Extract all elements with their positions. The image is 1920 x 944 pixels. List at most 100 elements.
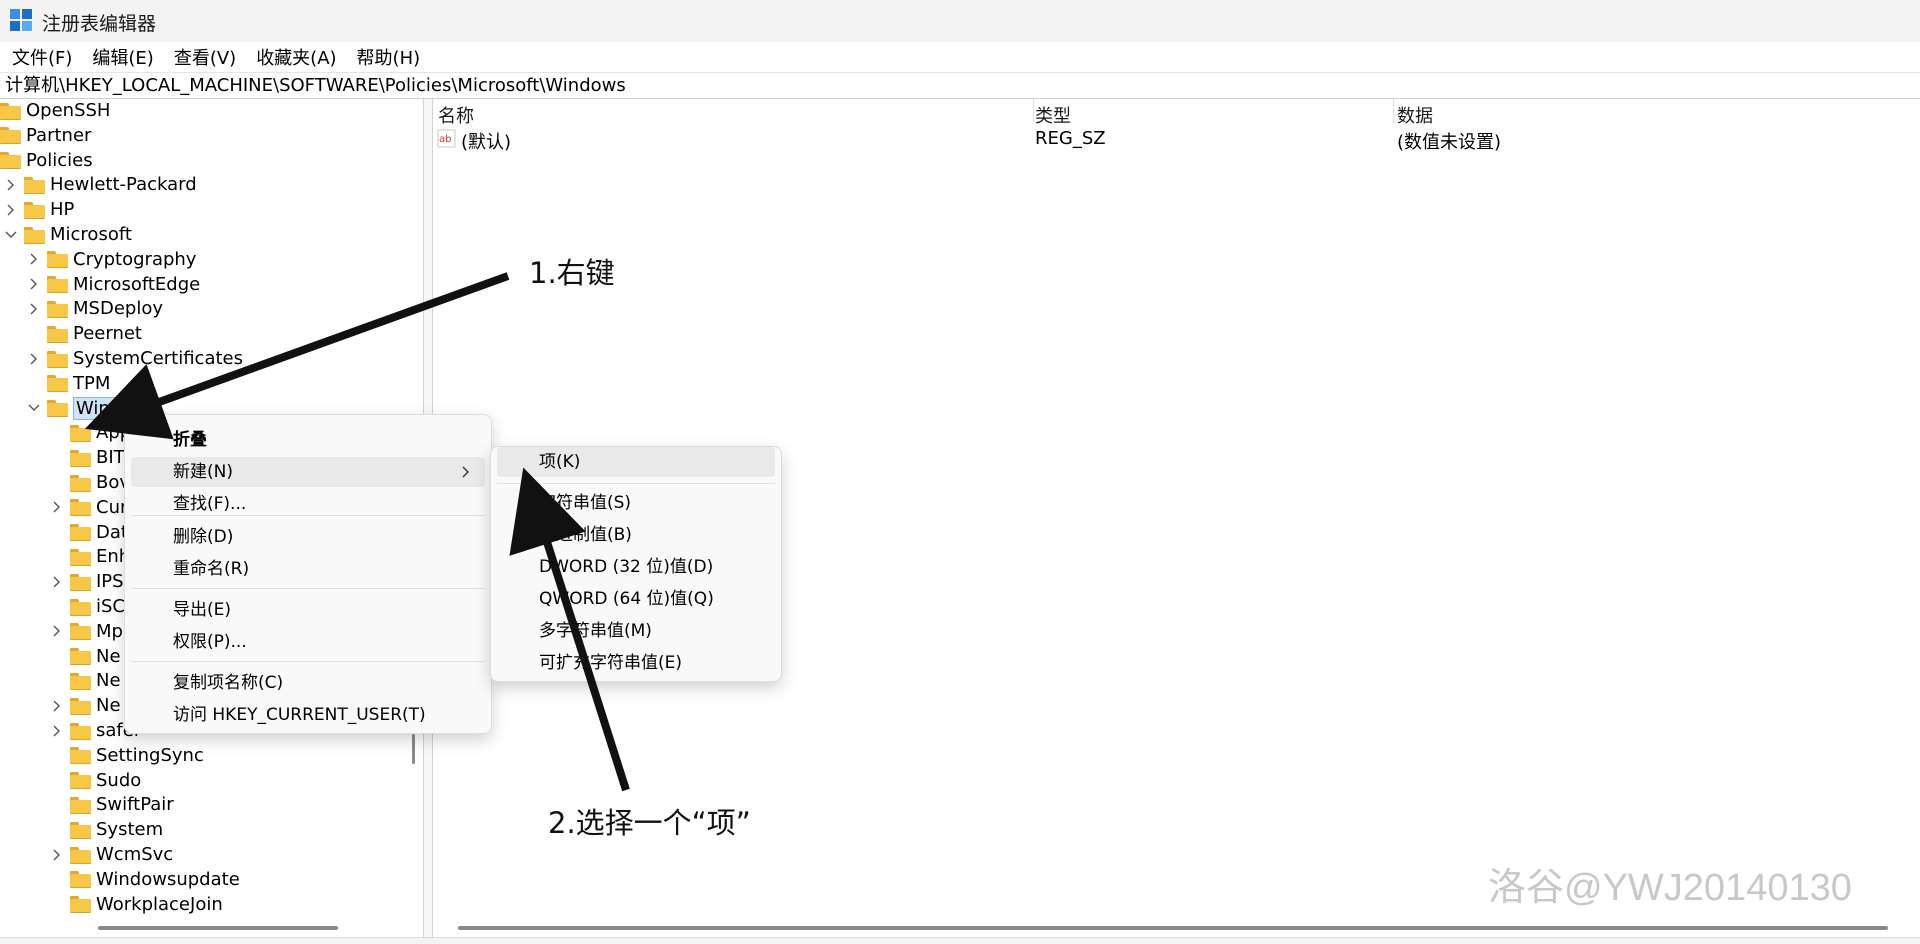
context-menu: 折叠 新建(N) 查找(F)... 删除(D) 重命名(R) 导出(E) 权限(… — [124, 414, 492, 734]
tree-item[interactable]: Dat — [50, 520, 128, 545]
tree-item-label: MSDeploy — [73, 298, 163, 320]
tree-item[interactable]: IPS — [50, 569, 124, 594]
column-divider[interactable] — [1393, 99, 1394, 123]
chevron-right-icon[interactable] — [4, 203, 18, 217]
tree-item[interactable]: Enh — [50, 544, 130, 569]
submenu-item-expandable-string-value[interactable]: 可扩充字符串值(E) — [497, 648, 775, 678]
chevron-right-icon[interactable] — [27, 277, 41, 291]
folder-icon — [47, 300, 68, 318]
submenu-item-binary-value[interactable]: 二进制值(B) — [497, 520, 775, 550]
tree-item[interactable]: Ne — [50, 693, 121, 718]
tree-item[interactable]: MicrosoftEdge — [27, 272, 200, 297]
chevron-right-icon[interactable] — [50, 575, 64, 589]
chevron-right-icon[interactable] — [50, 699, 64, 713]
folder-icon — [0, 127, 21, 145]
tree-item[interactable]: Ne — [50, 644, 121, 669]
chevron-down-icon[interactable] — [27, 401, 41, 415]
tree-item[interactable]: Bov — [50, 470, 130, 495]
column-header-data[interactable]: 数据 — [1397, 102, 1433, 128]
menu-item-permissions[interactable]: 权限(P)... — [131, 627, 485, 657]
menu-item-delete[interactable]: 删除(D) — [131, 522, 485, 552]
tree-item[interactable]: BIT — [50, 445, 125, 470]
menu-item-export[interactable]: 导出(E) — [131, 595, 485, 625]
tree-item[interactable]: Mp — [50, 619, 123, 644]
menu-file[interactable]: 文件(F) — [4, 44, 80, 70]
column-header-name[interactable]: 名称 — [438, 102, 474, 128]
menu-item-new[interactable]: 新建(N) — [131, 457, 485, 487]
value-type: REG_SZ — [1035, 128, 1106, 149]
tree-item-label: Cur — [96, 496, 128, 518]
column-header-type[interactable]: 类型 — [1035, 102, 1071, 128]
menu-view[interactable]: 查看(V) — [166, 44, 244, 70]
tree-item-label: HP — [50, 199, 75, 221]
tree-item[interactable]: WcmSvc — [50, 842, 173, 867]
folder-icon — [70, 474, 91, 492]
folder-icon — [70, 846, 91, 864]
tree-item[interactable]: HP — [4, 197, 74, 222]
folder-icon — [70, 747, 91, 765]
submenu-item-dword-value[interactable]: DWORD (32 位)值(D) — [497, 552, 775, 582]
tree-item[interactable]: App — [50, 420, 131, 445]
chevron-right-icon[interactable] — [27, 302, 41, 316]
tree-item[interactable]: Partner — [0, 123, 91, 148]
list-horizontal-scrollbar[interactable] — [458, 926, 1888, 930]
tree-item[interactable]: SwiftPair — [50, 792, 174, 817]
folder-icon — [70, 573, 91, 591]
chevron-down-icon[interactable] — [4, 228, 18, 242]
chevron-right-icon[interactable] — [50, 848, 64, 862]
column-divider[interactable] — [1033, 99, 1034, 123]
menu-bar: 文件(F) 编辑(E) 查看(V) 收藏夹(A) 帮助(H) — [0, 42, 1920, 72]
tree-item-label: WorkplaceJoin — [96, 893, 223, 915]
folder-icon — [70, 697, 91, 715]
tree-item[interactable]: SystemCertificates — [27, 346, 243, 371]
tree-item[interactable]: Ne — [50, 668, 121, 693]
menu-help[interactable]: 帮助(H) — [349, 44, 429, 70]
tree-item[interactable]: Cryptography — [27, 247, 196, 272]
tree-item[interactable]: TPM — [27, 371, 110, 396]
menu-edit[interactable]: 编辑(E) — [84, 44, 161, 70]
tree-item[interactable]: Policies — [0, 148, 93, 173]
tree-item[interactable]: MSDeploy — [27, 296, 163, 321]
tree-item[interactable]: OpenSSH — [0, 99, 110, 123]
tree-item[interactable]: WorkplaceJoin — [50, 892, 223, 917]
menu-separator — [131, 588, 485, 589]
tree-item[interactable]: SettingSync — [50, 743, 204, 768]
tree-horizontal-scrollbar[interactable] — [98, 926, 338, 930]
tree-item[interactable]: Windowsupdate — [50, 867, 240, 892]
submenu-item-qword-value[interactable]: QWORD (64 位)值(Q) — [497, 584, 775, 614]
submenu-item-multi-string-value[interactable]: 多字符串值(M) — [497, 616, 775, 646]
tree-item[interactable]: iSC — [50, 594, 125, 619]
submenu-item-key[interactable]: 项(K) — [497, 447, 775, 477]
address-bar[interactable]: 计算机\HKEY_LOCAL_MACHINE\SOFTWARE\Policies… — [0, 72, 1920, 99]
chevron-right-icon[interactable] — [27, 352, 41, 366]
chevron-right-icon[interactable] — [27, 252, 41, 266]
menu-favorites[interactable]: 收藏夹(A) — [248, 44, 344, 70]
tree-item[interactable]: Cur — [50, 495, 127, 520]
annotation-step1: 1.右键 — [529, 256, 615, 290]
tree-item-label: WcmSvc — [96, 844, 174, 865]
tree-item[interactable]: System — [50, 817, 163, 842]
submenu-item-string-value[interactable]: 字符串值(S) — [497, 488, 775, 518]
tree-item[interactable]: Hewlett-Packard — [4, 172, 197, 197]
chevron-right-icon[interactable] — [50, 500, 64, 514]
menu-separator — [497, 483, 775, 484]
menu-item-rename[interactable]: 重命名(R) — [131, 554, 485, 584]
chevron-right-icon[interactable] — [4, 178, 18, 192]
menu-item-copy-key-name[interactable]: 复制项名称(C) — [131, 668, 485, 698]
menu-item-collapse[interactable]: 折叠 — [131, 425, 485, 455]
chevron-right-icon[interactable] — [50, 624, 64, 638]
folder-icon — [70, 722, 91, 740]
tree-item[interactable]: Peernet — [27, 321, 142, 346]
menu-item-goto-hkcu[interactable]: 访问 HKEY_CURRENT_USER(T) — [131, 700, 485, 730]
tree-item[interactable]: Sudo — [50, 768, 141, 793]
tree-scrollbar-thumb[interactable] — [412, 734, 415, 764]
chevron-right-icon[interactable] — [50, 724, 64, 738]
tree-item[interactable]: Microsoft — [4, 222, 132, 247]
new-submenu: 项(K) 字符串值(S) 二进制值(B) DWORD (32 位)值(D) QW… — [490, 446, 782, 682]
